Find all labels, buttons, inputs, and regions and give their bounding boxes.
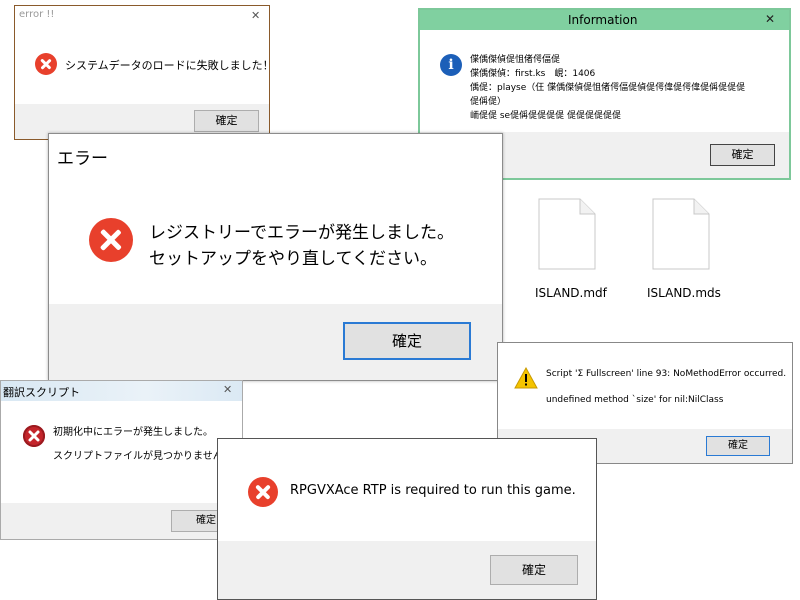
rtp-required-dialog: RPGVXAce RTP is required to run this gam… xyxy=(217,438,597,600)
file-icon[interactable] xyxy=(652,198,710,270)
info-line: 峏偍偍 se偍偁偍偍偍偍 偍偍偍偍偍偍 xyxy=(470,111,621,121)
info-line: 偞偊傑偵偍怚偖偔偪偍 xyxy=(470,55,561,65)
ok-button[interactable]: 確定 xyxy=(490,555,578,585)
error-message: システムデータのロードに失敗しました！ xyxy=(65,59,274,72)
ok-button[interactable]: 確定 xyxy=(710,144,775,166)
error-icon xyxy=(23,425,45,447)
ok-button[interactable]: 確定 xyxy=(194,110,259,132)
ok-button[interactable]: 確定 xyxy=(706,436,770,456)
info-line: 偞偊傑偵：first.ks 峴：1406 xyxy=(470,69,596,79)
info-line: 偊偍：playse（仼 偞偊傑偵偍怚偖偔偪偍偵偍偔偉偍偔偉偍偁偍偍偍 xyxy=(470,83,746,93)
system-data-error-dialog: error !! ✕ システムデータのロードに失敗しました！ 確定 xyxy=(14,5,274,140)
error-icon xyxy=(248,477,278,507)
dialog-footer: 確定 xyxy=(49,304,502,380)
initialization-error-dialog: 翻訳スクリプト ✕ 初期化中にエラーが発生しました。 スクリプトファイルが見つか… xyxy=(0,380,243,540)
dialog-title: 翻訳スクリプト xyxy=(3,386,80,399)
dialog-title: エラー xyxy=(57,149,108,169)
ok-button[interactable]: 確定 xyxy=(343,322,471,360)
error-icon xyxy=(35,53,57,75)
file-name: ISLAND.mds xyxy=(647,286,721,300)
registry-error-dialog: エラー レジストリーでエラーが発生しました。 セットアップをやり直してください。… xyxy=(48,133,503,381)
dialog-title: error !! xyxy=(19,9,55,20)
close-icon[interactable]: ✕ xyxy=(223,383,232,396)
warning-message-line: undefined method `size' for nil:NilClass xyxy=(546,395,724,405)
close-icon[interactable]: ✕ xyxy=(251,9,260,22)
title-bar: Information ✕ xyxy=(420,10,789,30)
info-line: 偍偁偍） xyxy=(470,97,507,107)
error-message: RPGVXAce RTP is required to run this gam… xyxy=(290,483,576,498)
warning-message-line: Script 'Σ Fullscreen' line 93: NoMethodE… xyxy=(546,369,787,379)
error-message-line: スクリプトファイルが見つかりません。 xyxy=(53,451,233,462)
error-icon xyxy=(89,218,133,262)
file-icon[interactable] xyxy=(538,198,596,270)
info-icon: i xyxy=(440,54,462,76)
close-icon[interactable]: ✕ xyxy=(765,12,775,26)
error-message-line: セットアップをやり直してください。 xyxy=(149,249,437,269)
error-message-line: 初期化中にエラーが発生しました。 xyxy=(53,427,213,438)
error-message-line: レジストリーでエラーが発生しました。 xyxy=(149,223,454,243)
warning-icon xyxy=(514,366,538,389)
title-bar: 翻訳スクリプト ✕ xyxy=(1,381,242,401)
screenshot-collage: error !! ✕ システムデータのロードに失敗しました！ 確定 Inform… xyxy=(0,0,800,600)
dialog-footer: 確定 xyxy=(218,541,596,599)
dialog-title: Information xyxy=(568,13,638,27)
dialog-footer: 確定 xyxy=(1,503,242,539)
file-name: ISLAND.mdf xyxy=(535,286,607,300)
